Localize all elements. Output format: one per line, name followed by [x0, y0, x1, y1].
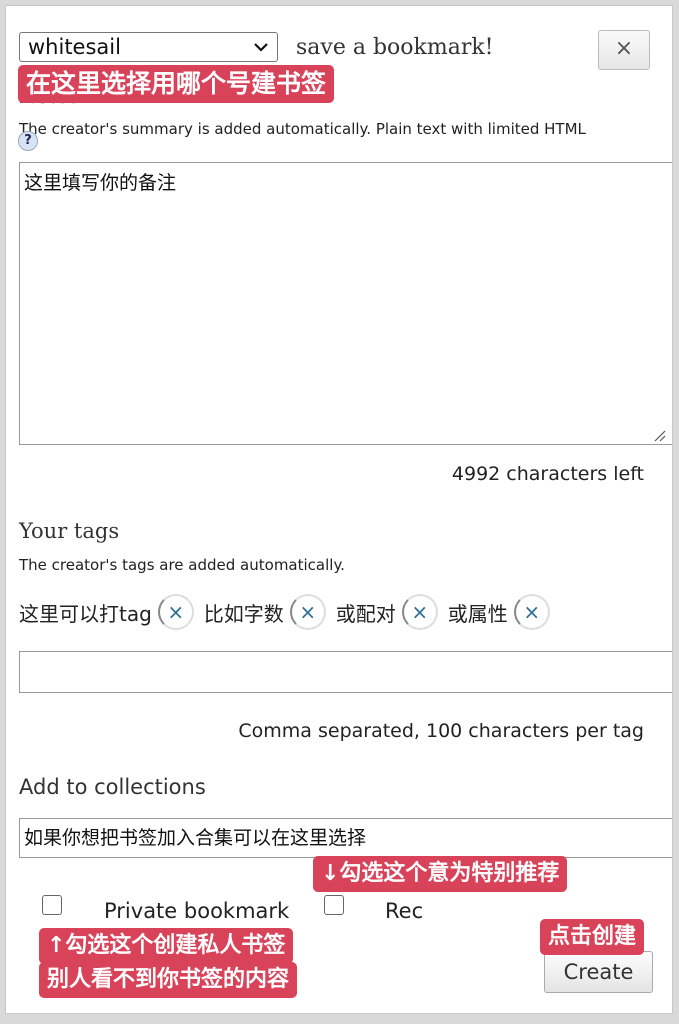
- tag-label: 这里可以打tag: [19, 601, 152, 626]
- tag-input[interactable]: [19, 651, 672, 693]
- collections-input[interactable]: 如果你想把书签加入合集可以在这里选择: [19, 818, 672, 858]
- tags-heading: Your tags: [19, 519, 120, 543]
- remove-tag-icon[interactable]: ×: [289, 594, 326, 630]
- annotation-account-hint: 在这里选择用哪个号建书签: [18, 65, 335, 103]
- rec-checkbox[interactable]: [324, 895, 344, 915]
- bookmark-form: whitesail save a bookmark! × Notes The c…: [5, 5, 673, 1014]
- chevron-down-icon: [254, 43, 268, 52]
- rec-label[interactable]: Rec: [385, 899, 423, 923]
- tag-list: 这里可以打tag × 比如字数 × 或配对 × 或属性 ×: [19, 590, 560, 634]
- tag-input-hint: Comma separated, 100 characters per tag: [238, 720, 644, 742]
- annotation-private-hint: ↑勾选这个创建私人书签: [39, 928, 294, 964]
- close-button[interactable]: ×: [598, 30, 650, 70]
- tags-description: The creator's tags are added automatical…: [19, 556, 345, 574]
- tag-label: 比如字数: [203, 601, 284, 626]
- create-button[interactable]: Create: [544, 951, 653, 993]
- tag-label: 或属性: [447, 601, 508, 626]
- form-title: save a bookmark!: [296, 35, 494, 60]
- notes-textarea[interactable]: 这里填写你的备注: [19, 162, 672, 445]
- tag-label: 或配对: [335, 601, 396, 626]
- help-icon[interactable]: ?: [18, 131, 38, 151]
- resize-handle-icon[interactable]: [654, 430, 666, 442]
- annotation-private-hint-detail: 别人看不到你书签的内容: [39, 962, 298, 998]
- chars-left-counter: 4992 characters left: [451, 463, 644, 485]
- collections-heading: Add to collections: [19, 775, 206, 799]
- account-select-value: whitesail: [28, 35, 121, 59]
- annotation-create-hint: 点击创建: [540, 919, 645, 955]
- remove-tag-icon[interactable]: ×: [513, 594, 550, 630]
- annotation-rec-hint: ↓勾选这个意为特别推荐: [313, 856, 568, 892]
- private-bookmark-checkbox[interactable]: [42, 895, 62, 915]
- notes-value: 这里填写你的备注: [24, 172, 177, 194]
- remove-tag-icon[interactable]: ×: [157, 594, 194, 630]
- private-bookmark-label[interactable]: Private bookmark: [104, 899, 289, 923]
- remove-tag-icon[interactable]: ×: [401, 594, 438, 630]
- account-select[interactable]: whitesail: [19, 32, 278, 62]
- notes-description: The creator's summary is added automatic…: [19, 120, 586, 138]
